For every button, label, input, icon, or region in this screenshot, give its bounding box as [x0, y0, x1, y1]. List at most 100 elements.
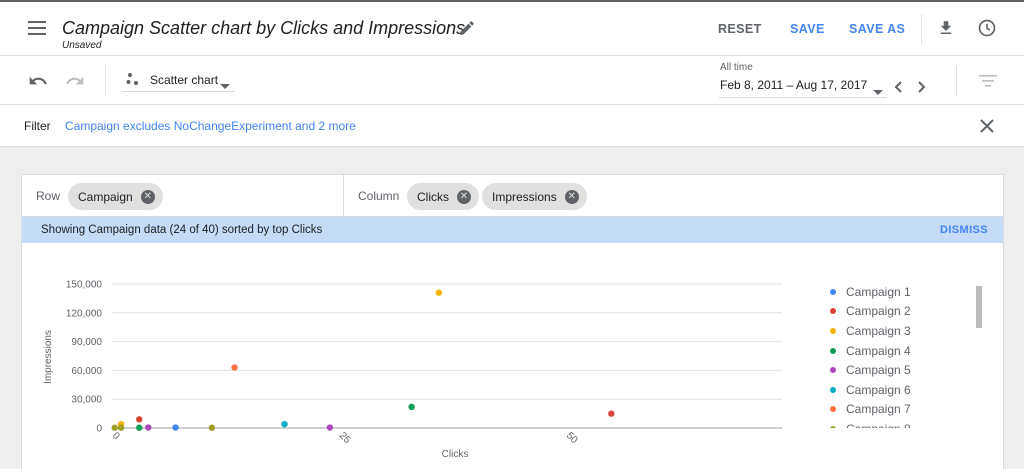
dismiss-button[interactable]: DISMISS	[940, 224, 988, 236]
date-range-selector[interactable]: Feb 8, 2011 – Aug 17, 2017	[719, 76, 887, 98]
download-icon[interactable]	[937, 19, 955, 37]
scatter-point[interactable]	[208, 424, 216, 431]
y-tick-label: 30,000	[71, 395, 102, 406]
save-status: Unsaved	[62, 40, 102, 51]
scatter-point[interactable]	[117, 424, 125, 431]
toolbar-divider	[105, 66, 106, 96]
scatter-point[interactable]	[136, 416, 143, 423]
legend-item[interactable]: Campaign 3	[830, 321, 960, 341]
legend-label: Campaign 2	[846, 304, 911, 319]
scatter-point[interactable]	[231, 364, 238, 371]
legend-item[interactable]: Campaign 1	[830, 282, 960, 302]
legend-label: Campaign 1	[846, 284, 911, 299]
filter-value-link[interactable]: Campaign excludes NoChangeExperiment and…	[65, 119, 356, 133]
scatter-point[interactable]	[408, 403, 415, 411]
legend-item[interactable]: Campaign 2	[830, 302, 960, 322]
legend-label: Campaign 3	[846, 323, 911, 338]
header-divider	[921, 14, 922, 44]
history-clock-icon[interactable]	[977, 18, 997, 38]
date-range-value: Feb 8, 2011 – Aug 17, 2017	[720, 78, 868, 92]
filter-bar: Filter Campaign excludes NoChangeExperim…	[0, 105, 1024, 147]
scatter-point[interactable]	[145, 424, 152, 431]
legend-dot	[830, 406, 836, 413]
legend-label: Campaign 7	[846, 402, 911, 417]
chip-label: Clicks	[417, 189, 449, 204]
scatter-point[interactable]	[172, 424, 179, 431]
legend-dot	[830, 288, 836, 295]
legend-dot	[830, 347, 836, 354]
column-label: Column	[358, 189, 400, 203]
x-tick-label: 25	[337, 430, 353, 446]
close-filter-icon[interactable]	[980, 119, 994, 138]
scatter-chart: 030,00060,00090,000120,000150,000 025507…	[43, 280, 782, 460]
legend-dot	[830, 308, 836, 315]
legend-label: Campaign 5	[846, 363, 911, 378]
remove-chip-icon[interactable]: ✕	[457, 189, 471, 204]
y-tick-label: 90,000	[71, 337, 102, 348]
scatter-point[interactable]	[326, 424, 334, 431]
remove-chip-icon[interactable]: ✕	[564, 189, 579, 204]
next-period-chevron-right-icon[interactable]	[917, 80, 927, 98]
date-range-caption: All time	[720, 62, 753, 73]
info-message: Showing Campaign data (24 of 40) sorted …	[41, 224, 323, 236]
filter-label: Filter	[24, 119, 51, 133]
y-axis-label: Impressions	[43, 330, 54, 384]
remove-chip-icon[interactable]: ✕	[140, 189, 155, 204]
legend-item[interactable]: Campaign 4	[830, 341, 960, 361]
y-tick-label: 150,000	[66, 280, 103, 291]
row-label: Row	[36, 189, 61, 203]
y-tick-label: 120,000	[66, 308, 103, 319]
menu-icon[interactable]	[28, 21, 46, 35]
legend-item[interactable]: Campaign 8	[830, 419, 960, 428]
undo-icon[interactable]	[28, 73, 48, 89]
info-banner: Showing Campaign data (24 of 40) sorted …	[22, 217, 1003, 243]
chevron-down-icon	[873, 83, 883, 101]
x-tick-label: 0	[110, 430, 122, 442]
chip-label: Campaign	[78, 189, 133, 204]
x-axis-label: Clicks	[442, 449, 469, 460]
legend-dot	[830, 386, 836, 393]
reset-button[interactable]: RESET	[718, 22, 762, 36]
scatter-point[interactable]	[435, 289, 443, 296]
scatter-point[interactable]	[608, 410, 615, 417]
chart-type-label: Scatter chart	[150, 73, 219, 87]
scatter-chart-icon	[126, 72, 140, 86]
legend-label: Campaign 4	[846, 343, 911, 358]
legend-item[interactable]: Campaign 7	[830, 400, 960, 420]
save-as-button[interactable]: SAVE AS	[849, 22, 905, 36]
report-header: Campaign Scatter chart by Clicks and Imp…	[0, 2, 1024, 56]
column-chip-clicks[interactable]: Clicks ✕	[407, 183, 479, 210]
chart-points	[111, 289, 615, 431]
legend-dot	[830, 425, 836, 428]
chart-type-selector[interactable]: Scatter chart	[122, 68, 235, 92]
save-button[interactable]: SAVE	[790, 22, 825, 36]
dimension-divider	[343, 175, 344, 217]
redo-icon[interactable]	[65, 73, 85, 89]
filter-list-icon[interactable]	[979, 74, 997, 92]
previous-period-chevron-left-icon[interactable]	[893, 80, 903, 98]
scatter-point[interactable]	[111, 424, 118, 431]
edit-pencil-icon[interactable]	[458, 19, 476, 37]
chart-grid	[112, 283, 782, 429]
scatter-point[interactable]	[281, 420, 288, 428]
toolbar-divider	[956, 66, 957, 96]
chart-legend: Campaign 1 Campaign 2 Campaign 3 Campaign 4…	[830, 282, 960, 428]
column-chip-impressions[interactable]: Impressions ✕	[482, 183, 587, 210]
chip-label: Impressions	[492, 189, 557, 204]
scatter-point[interactable]	[136, 424, 143, 431]
row-chip-campaign[interactable]: Campaign ✕	[68, 183, 163, 210]
report-title[interactable]: Campaign Scatter chart by Clicks and Imp…	[62, 18, 465, 39]
legend-label: Campaign 8	[846, 422, 911, 428]
y-tick-label: 60,000	[71, 366, 102, 377]
legend-dot	[830, 367, 836, 374]
chart-toolbar: Scatter chart All time Feb 8, 2011 – Aug…	[0, 56, 1024, 105]
dimension-bar: Row Campaign ✕ Column Clicks ✕ Impressio…	[22, 175, 1003, 217]
x-tick-label: 50	[564, 430, 580, 446]
legend-dot	[830, 327, 836, 334]
legend-scrollbar[interactable]	[976, 286, 982, 328]
chevron-down-icon	[220, 77, 230, 95]
y-axis-ticks: 0 30,000 60,000 90,000 120,000 150,000	[66, 280, 103, 435]
legend-item[interactable]: Campaign 5	[830, 360, 960, 380]
legend-item[interactable]: Campaign 6	[830, 380, 960, 400]
y-tick-label: 0	[96, 424, 102, 435]
